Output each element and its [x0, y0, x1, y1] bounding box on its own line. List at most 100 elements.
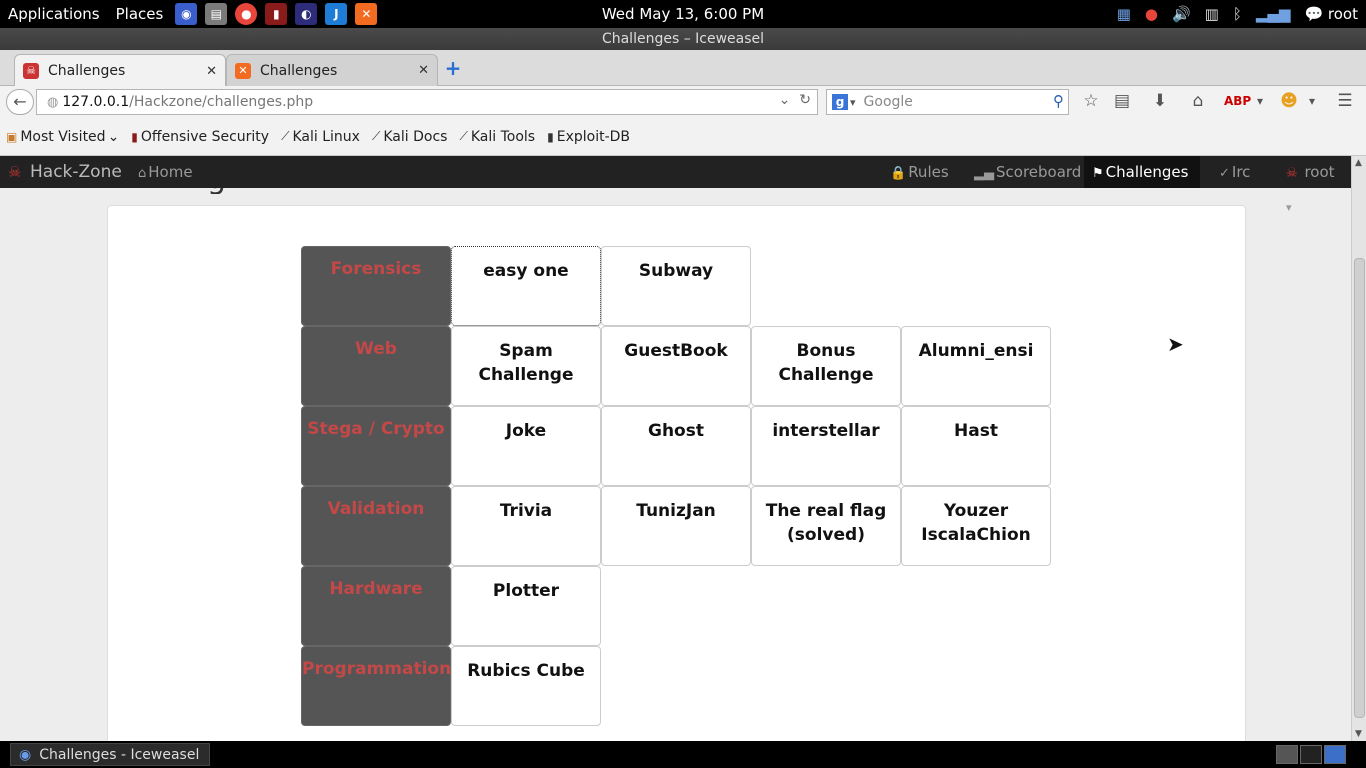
bookmark-most-visited[interactable]: ▣ Most Visited ⌄ — [6, 129, 119, 145]
page-scrollbar[interactable]: ▲ ▼ — [1351, 156, 1366, 741]
search-engine-dropdown-icon[interactable]: ▾ — [850, 96, 856, 109]
signal-icon[interactable]: ▂▄▆ — [1256, 5, 1291, 23]
category-header: Validation — [301, 486, 451, 566]
challenge-button[interactable]: Rubics Cube — [451, 646, 601, 726]
adblock-dropdown-icon[interactable]: ▾ — [1248, 94, 1272, 108]
chrome-icon[interactable]: ● — [235, 3, 258, 25]
workspace-3[interactable] — [1324, 745, 1346, 764]
bookmark-kali-docs[interactable]: ⟋ Kali Docs — [372, 129, 448, 145]
bookmark-label: Kali Docs — [383, 128, 448, 145]
nav-irc[interactable]: ✓ Irc — [1211, 156, 1258, 188]
challenge-button[interactable]: Trivia — [451, 486, 601, 566]
challenge-button[interactable]: Spam Challenge — [451, 326, 601, 406]
nav-challenges[interactable]: ⚑ Challenges — [1084, 156, 1200, 188]
url-bar[interactable]: ◍ 127.0.0.1/Hackzone/challenges.php ⌄ ↻ — [36, 89, 818, 115]
home-icon: ⌂ — [138, 166, 147, 181]
bookmark-offensive-security[interactable]: ▮ Offensive Security — [131, 129, 269, 145]
nav-scoreboard[interactable]: ▂▄ Scoreboard — [966, 156, 1089, 188]
brand-name: Hack-Zone — [30, 162, 122, 182]
challenge-button[interactable]: Hast — [901, 406, 1051, 486]
reload-icon[interactable]: ↻ — [799, 92, 811, 108]
new-tab-button[interactable]: + — [443, 58, 463, 78]
bluetooth-icon[interactable]: ᛒ — [1233, 5, 1242, 23]
category-header: Programmation — [301, 646, 451, 726]
kali-dragon-icon: ⟋ — [281, 129, 290, 143]
close-tab-icon[interactable]: ✕ — [206, 64, 217, 79]
challenge-button[interactable]: Ghost — [601, 406, 751, 486]
challenge-button[interactable]: Subway — [601, 246, 751, 326]
tab-label: Challenges — [48, 63, 126, 79]
greasemonkey-dropdown-icon[interactable]: ▾ — [1300, 94, 1324, 108]
close-tab-icon[interactable]: ✕ — [418, 63, 429, 78]
nav-user-menu[interactable]: ☠ root ▾ — [1278, 156, 1351, 214]
menu-icon[interactable]: ☰ — [1333, 91, 1357, 111]
update-icon[interactable]: ▦ — [1117, 5, 1131, 23]
site-brand[interactable]: ☠ Hack-Zone — [8, 156, 122, 188]
window-title: Challenges – Iceweasel — [0, 28, 1366, 50]
offsec-icon: ▮ — [131, 129, 138, 144]
scroll-up-icon[interactable]: ▲ — [1355, 158, 1362, 168]
reading-list-icon[interactable]: ▤ — [1110, 91, 1134, 111]
nav-rules[interactable]: 🔒 Rules — [882, 156, 957, 188]
scrollbar-thumb[interactable] — [1354, 258, 1365, 718]
nav-user-label: root — [1304, 163, 1335, 181]
system-tray: ▦ ● 🔊 ▥ ᛒ ▂▄▆ 💬 root — [1117, 0, 1358, 28]
xampp-icon[interactable]: ✕ — [355, 3, 378, 25]
applications-menu[interactable]: Applications — [0, 5, 108, 23]
taskbar-window-button[interactable]: ◉ Challenges - Iceweasel — [10, 743, 210, 766]
adblock-icon[interactable]: ABP — [1224, 94, 1251, 108]
challenge-button[interactable]: Bonus Challenge — [751, 326, 901, 406]
workspace-1[interactable] — [1276, 745, 1298, 764]
terminal-icon[interactable]: ▮ — [265, 3, 288, 25]
site-navbar: ☠ Hack-Zone ⌂ Home 🔒 Rules ▂▄ Scoreboard ⚑ C… — [0, 156, 1351, 214]
ide-icon[interactable]: J — [325, 3, 348, 25]
iceweasel-icon: ◉ — [19, 746, 32, 763]
bookmark-kali-tools[interactable]: ⟋ Kali Tools — [459, 129, 535, 145]
search-engine-icon[interactable]: g — [832, 94, 848, 110]
challenge-button[interactable]: Alumni_ensi — [901, 326, 1051, 406]
home-icon[interactable]: ⌂ — [1186, 91, 1210, 111]
exploit-db-icon: ▮ — [547, 129, 554, 144]
challenge-button[interactable]: easy one — [451, 246, 601, 326]
challenge-button[interactable]: Joke — [451, 406, 601, 486]
category-header: Stega / Crypto — [301, 406, 451, 486]
eclipse-icon[interactable]: ◐ — [295, 3, 318, 25]
bookmark-label: Kali Linux — [292, 128, 360, 145]
chrome-tray-icon[interactable]: ● — [1145, 5, 1158, 23]
bookmark-kali-linux[interactable]: ⟋ Kali Linux — [281, 129, 360, 145]
files-icon[interactable]: ▤ — [205, 3, 228, 25]
search-icon[interactable]: ⚲ — [1053, 92, 1064, 110]
search-bar[interactable]: g ▾ Google ⚲ — [826, 89, 1069, 115]
check-circle-icon: ✓ — [1219, 166, 1230, 181]
taskbar-window-label: Challenges - Iceweasel — [39, 746, 200, 763]
user-menu[interactable]: 💬 root — [1304, 5, 1358, 23]
challenge-button[interactable]: Plotter — [451, 566, 601, 646]
history-dropdown-icon[interactable]: ⌄ — [779, 92, 791, 108]
scroll-down-icon[interactable]: ▼ — [1355, 729, 1362, 739]
volume-icon[interactable]: 🔊 — [1172, 5, 1191, 23]
skull-logo-icon: ☠ — [8, 163, 22, 181]
tab-challenges-2[interactable]: ✕ Challenges ✕ — [226, 54, 438, 86]
challenge-button[interactable]: interstellar — [751, 406, 901, 486]
clipboard-icon[interactable]: ▥ — [1205, 5, 1219, 23]
nav-home[interactable]: ⌂ Home — [130, 156, 201, 188]
workspace-2[interactable] — [1300, 745, 1322, 764]
network-icon[interactable]: ◉ — [175, 3, 198, 25]
tab-challenges-active[interactable]: ☠ Challenges ✕ — [14, 54, 226, 87]
downloads-icon[interactable]: ⬇ — [1148, 91, 1172, 111]
greasemonkey-icon[interactable]: ☻ — [1277, 91, 1301, 111]
places-menu[interactable]: Places — [108, 5, 172, 23]
challenge-button[interactable]: GuestBook — [601, 326, 751, 406]
back-button[interactable]: ← — [6, 89, 34, 115]
bookmark-label: Kali Tools — [470, 128, 536, 145]
search-input[interactable]: Google — [864, 94, 913, 110]
challenge-button[interactable]: Youzer IscalaChion — [901, 486, 1051, 566]
site-identity-icon[interactable]: ◍ — [47, 95, 58, 110]
challenge-button[interactable]: TunizJan — [601, 486, 751, 566]
category-header: Hardware — [301, 566, 451, 646]
bookmark-exploit-db[interactable]: ▮ Exploit-DB — [547, 129, 630, 145]
challenge-button[interactable]: The real flag (solved) — [751, 486, 901, 566]
bookmark-star-icon[interactable]: ☆ — [1079, 91, 1103, 111]
url-actions: ⌄ ↻ — [779, 92, 811, 108]
clock-text[interactable]: Wed May 13, 6:00 PM — [602, 5, 764, 23]
